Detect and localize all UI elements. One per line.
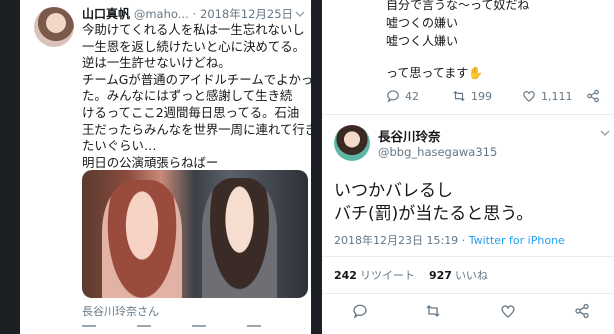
tweet-line: チームGが普通のアイドルチームでよかっ	[82, 71, 311, 87]
tweet-line: って思ってます✋	[386, 64, 483, 81]
like-icon[interactable]	[192, 325, 206, 333]
tweet-line: 嘘つくの嫌い	[386, 16, 459, 30]
share-button[interactable]	[574, 303, 590, 319]
tweet-meta: 2018年12月23日 15:19 · Twitter for iPhone	[334, 232, 565, 248]
separator: ·	[192, 7, 197, 21]
tweet-line: 明日の公演頑張らねばー	[82, 154, 219, 170]
tweet-photo[interactable]	[82, 170, 308, 298]
reply-button[interactable]: 42	[386, 89, 419, 103]
retweet-icon	[453, 90, 465, 102]
retweet-icon	[426, 305, 440, 317]
like-icon	[523, 90, 535, 102]
share-icon[interactable]	[247, 325, 261, 333]
photo-person	[102, 180, 182, 298]
user-handle[interactable]: @maho...	[134, 7, 189, 21]
retweets-number[interactable]: 242	[334, 269, 357, 282]
photo-tag[interactable]: 長谷川玲奈さん	[82, 303, 159, 319]
tweet-timestamp[interactable]: 2018年12月23日 15:19	[334, 234, 458, 247]
likes-number[interactable]: 927	[429, 269, 452, 282]
left-tweet-card: 山口真帆 @maho... · 2018年12月25日 今助けてくれる人を私は一…	[20, 0, 311, 334]
retweet-button[interactable]: 199	[452, 89, 492, 103]
photo-person	[202, 178, 277, 298]
tweet-header: 山口真帆 @maho... · 2018年12月25日	[82, 5, 293, 22]
reply-icon	[353, 304, 367, 319]
avatar[interactable]	[34, 7, 74, 47]
like-count: 1,111	[541, 89, 573, 103]
tweet-line: 自分で言うな〜って奴だね	[386, 0, 530, 12]
share-icon	[575, 303, 589, 319]
action-bar	[82, 325, 282, 334]
likes-label[interactable]: いいね	[455, 269, 488, 282]
caret-down-icon[interactable]	[295, 9, 305, 19]
like-button[interactable]: 1,111	[522, 89, 573, 103]
tweet-date[interactable]: 2018年12月25日	[200, 7, 293, 21]
reply-icon[interactable]	[82, 325, 96, 333]
action-bar: 42 199 1,111	[386, 89, 608, 105]
retweet-button[interactable]	[425, 303, 441, 319]
avatar[interactable]	[334, 125, 370, 161]
tweet-text: 今助けてくれる人を私は一生忘れないし 一生恩を返し続けたいと心に決めてる。 逆は…	[82, 22, 311, 171]
display-name[interactable]: 山口真帆	[82, 7, 130, 21]
previous-tweet-text: 自分で言うな〜って奴だね 嘘つくの嫌い 嘘つく人嫌い	[386, 0, 529, 50]
share-icon	[587, 89, 599, 103]
tweet-line: 王だったらみんなを世界一周に連れて行き	[82, 121, 311, 137]
retweet-count: 199	[471, 89, 492, 103]
tweet-line: バチ(罰)が当たると思う。	[334, 204, 534, 224]
tweet-line: た。みんなにはずっと感謝して生き続	[82, 88, 293, 104]
separator: ·	[461, 234, 469, 247]
reply-icon	[387, 90, 399, 103]
tweet-line: 今助けてくれる人を私は一生忘れないし	[82, 22, 305, 37]
tweet-line: たいぐらい…	[82, 138, 157, 154]
right-tweet-card: 自分で言うな〜って奴だね 嘘つくの嫌い 嘘つく人嫌い って思ってます✋ 42 1…	[322, 0, 614, 334]
like-icon	[501, 305, 515, 318]
divider	[322, 114, 614, 115]
tweet-line: けるってここ2週間毎日思ってる。石油	[82, 104, 300, 120]
tweet-line: 嘘つく人嫌い	[386, 34, 459, 48]
like-button[interactable]	[500, 303, 516, 319]
tweet-line: 一生恩を返し続けたいと心に決めてる。	[82, 38, 306, 54]
tweet-line-text: って思ってます	[386, 66, 469, 80]
user-handle[interactable]: @bbg_hasegawa315	[378, 145, 497, 159]
tweet-line: 逆は一生許せないけどね。	[82, 55, 231, 71]
display-name[interactable]: 長谷川玲奈	[378, 126, 441, 145]
hand-emoji-icon: ✋	[468, 66, 484, 80]
share-button[interactable]	[586, 89, 600, 103]
caret-down-icon[interactable]	[600, 128, 610, 138]
tweet-line: いつかバレるし	[334, 181, 453, 201]
reply-count: 42	[405, 89, 419, 103]
tweet-text: いつかバレるし バチ(罰)が当たると思う。	[334, 180, 533, 226]
tweet-stats: 242 リツイート 927 いいね	[334, 267, 488, 283]
retweets-label[interactable]: リツイート	[360, 269, 415, 282]
action-bar	[322, 303, 614, 323]
divider	[322, 256, 614, 257]
retweet-icon[interactable]	[137, 325, 151, 333]
divider	[322, 293, 614, 294]
tweet-source-link[interactable]: Twitter for iPhone	[469, 234, 565, 247]
reply-button[interactable]	[352, 303, 368, 319]
